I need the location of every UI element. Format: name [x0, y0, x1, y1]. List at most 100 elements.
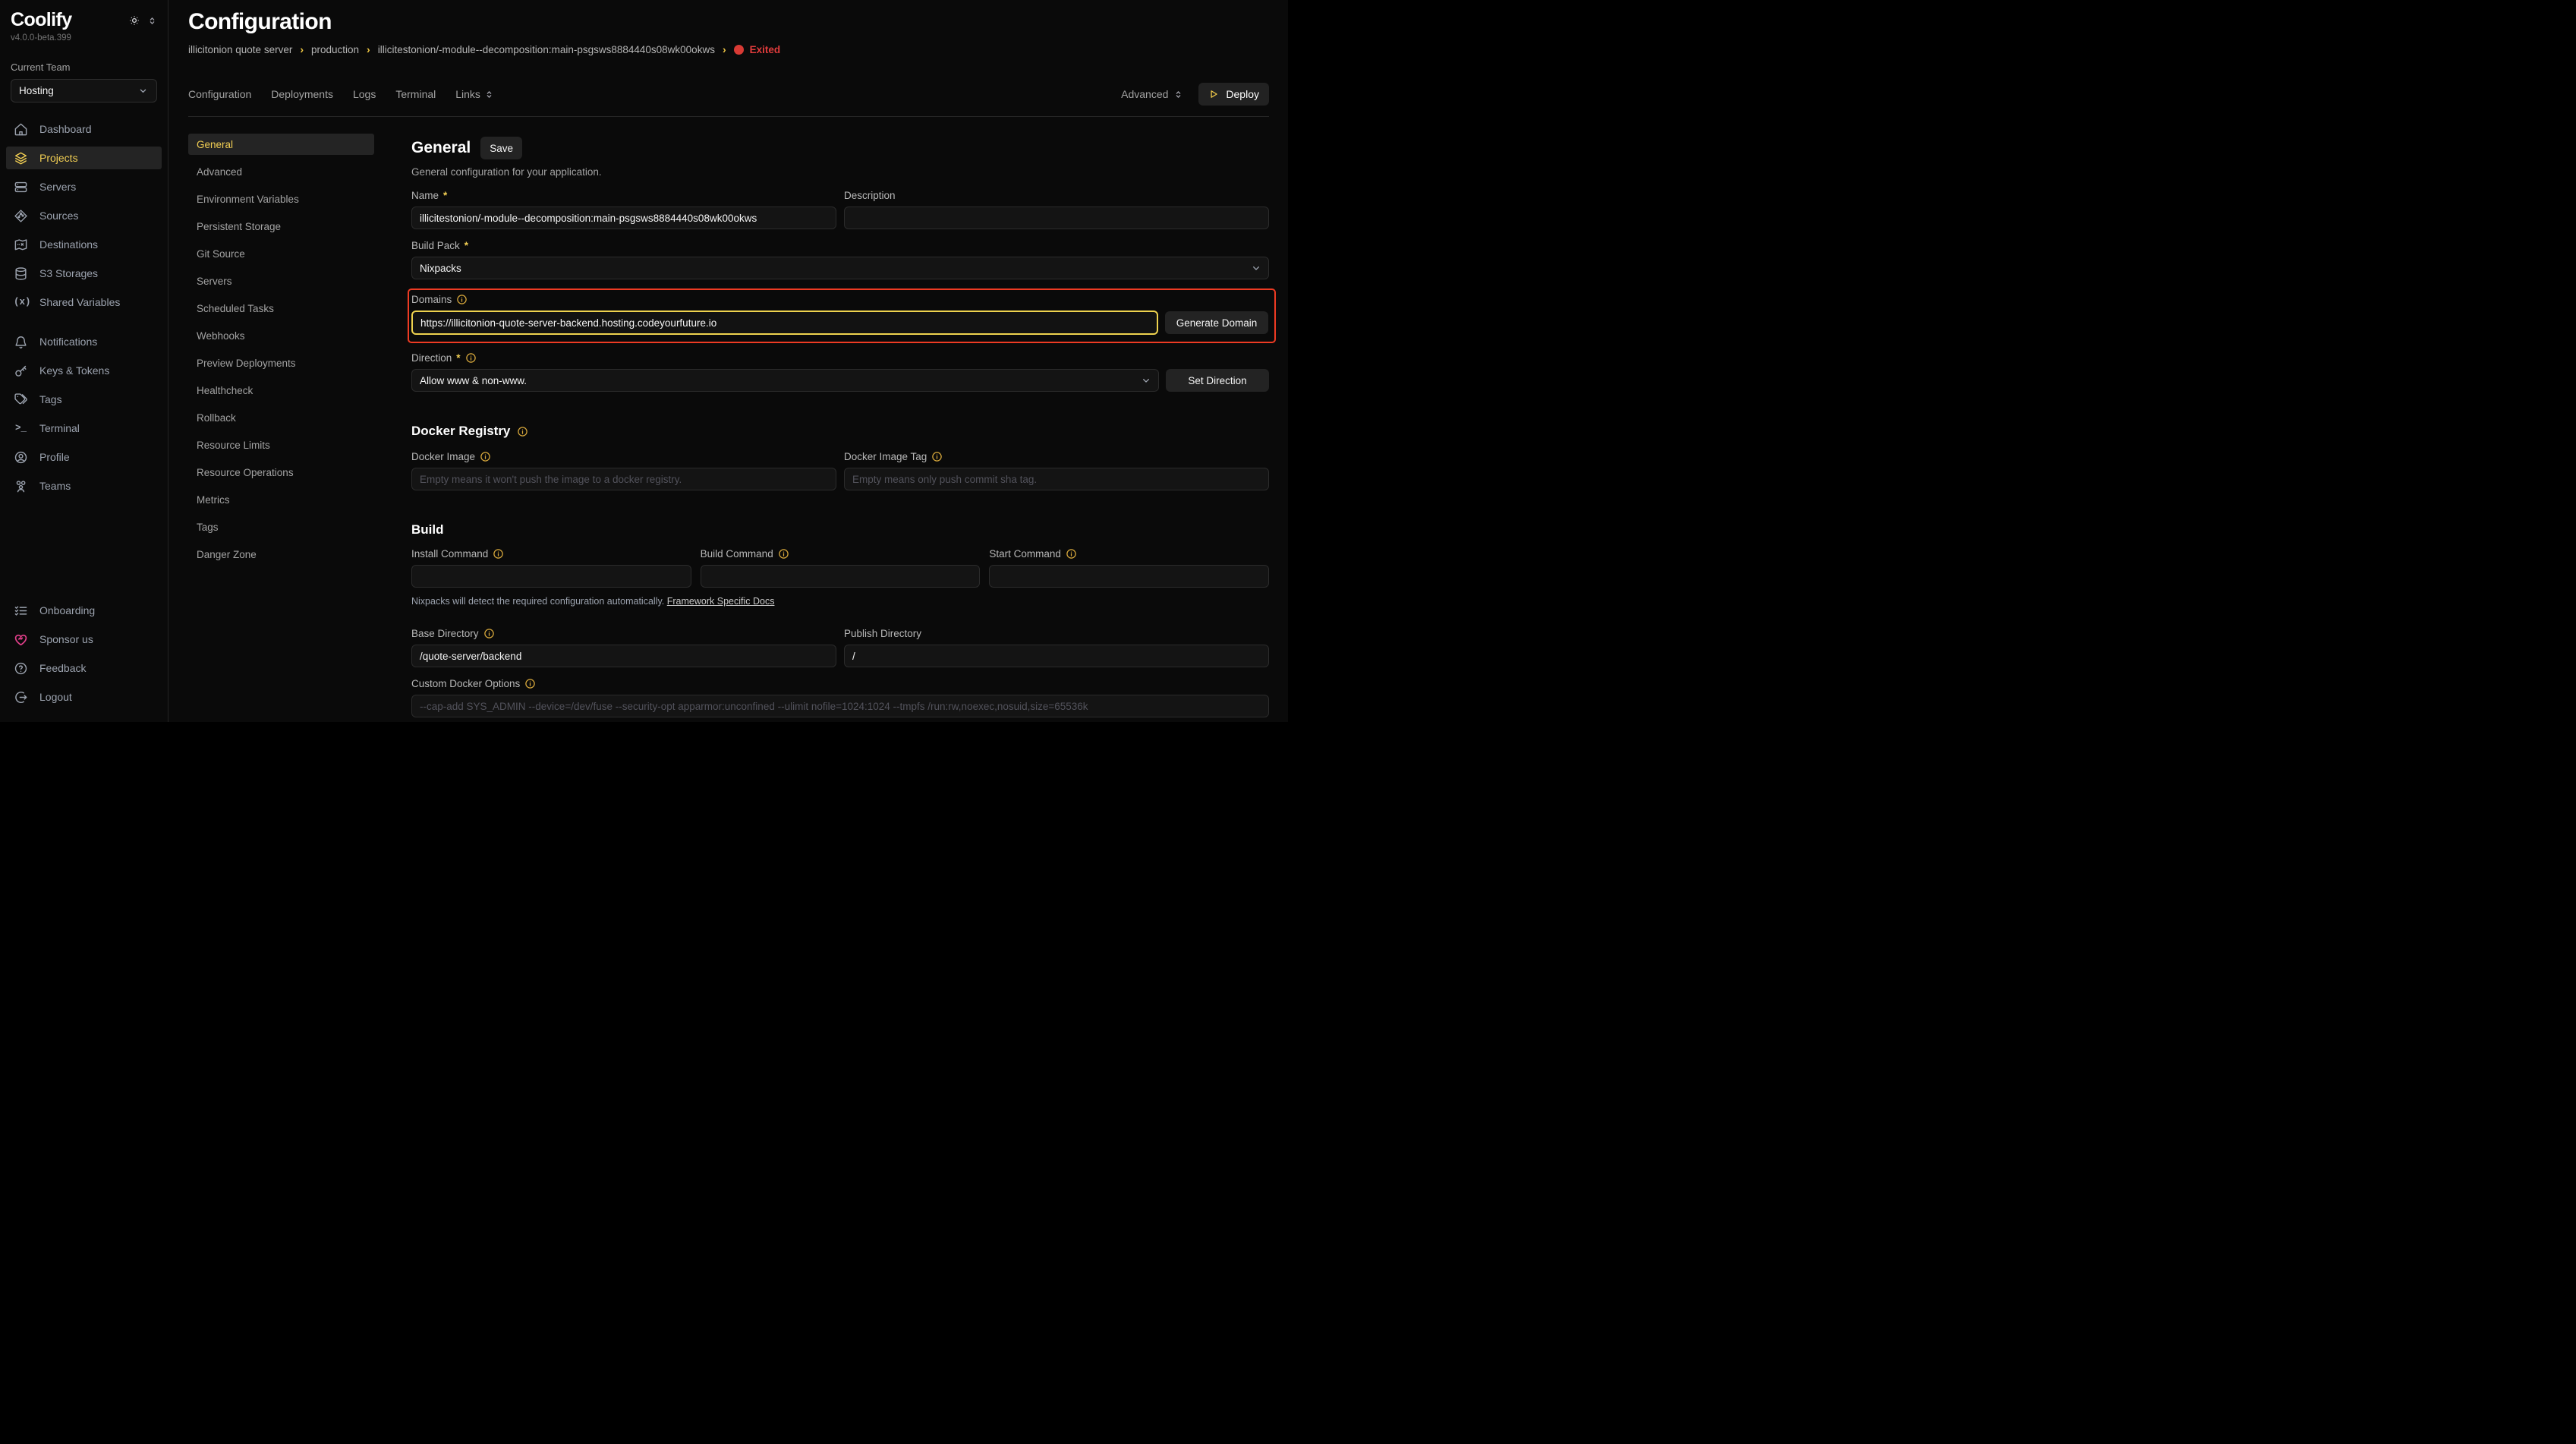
info-icon[interactable]: [517, 426, 528, 437]
docker-image-input[interactable]: [411, 468, 836, 490]
git-source-icon: [14, 209, 28, 223]
info-icon[interactable]: [931, 451, 943, 462]
subnav-item-git-source[interactable]: Git Source: [188, 243, 374, 264]
docker-image-tag-input[interactable]: [844, 468, 1269, 490]
custom-docker-options-input[interactable]: [411, 695, 1269, 717]
build-pack-select[interactable]: Nixpacks: [411, 257, 1269, 279]
info-icon[interactable]: [778, 548, 789, 560]
tab-deployments[interactable]: Deployments: [271, 88, 333, 100]
general-settings-form: General Save General configuration for y…: [411, 117, 1269, 722]
sidebar-item-s3-storages[interactable]: S3 Storages: [6, 262, 162, 285]
docker-image-label: Docker Image: [411, 451, 836, 462]
name-input[interactable]: [411, 207, 836, 229]
framework-docs-link[interactable]: Framework Specific Docs: [667, 596, 775, 607]
domains-input[interactable]: [411, 311, 1158, 335]
subnav-item-preview-deployments[interactable]: Preview Deployments: [188, 352, 374, 374]
breadcrumb-application[interactable]: illicitestonion/-module--decomposition:m…: [378, 44, 715, 55]
start-command-input[interactable]: [989, 565, 1269, 588]
set-direction-button[interactable]: Set Direction: [1166, 369, 1269, 392]
brand-logo[interactable]: Coolify: [11, 9, 72, 31]
info-icon[interactable]: [480, 451, 491, 462]
sidebar-item-keys-tokens[interactable]: Keys & Tokens: [6, 359, 162, 382]
subnav-item-healthcheck[interactable]: Healthcheck: [188, 380, 374, 401]
chevron-down-icon: [137, 85, 149, 96]
sidebar-item-servers[interactable]: Servers: [6, 175, 162, 198]
section-heading-build: Build: [411, 522, 1269, 538]
advanced-dropdown[interactable]: Advanced: [1121, 88, 1183, 100]
subnav-item-metrics[interactable]: Metrics: [188, 489, 374, 510]
subnav-item-general[interactable]: General: [188, 134, 374, 155]
generate-domain-button[interactable]: Generate Domain: [1165, 311, 1268, 334]
shared-variables-icon: (x): [14, 297, 28, 307]
sidebar-item-notifications[interactable]: Notifications: [6, 330, 162, 353]
sidebar-item-sponsor[interactable]: Sponsor us: [6, 628, 162, 651]
sidebar-item-feedback[interactable]: Feedback: [6, 657, 162, 679]
info-icon[interactable]: [456, 294, 468, 305]
sidebar-item-shared-variables[interactable]: (x) Shared Variables: [6, 291, 162, 314]
section-heading-docker-registry: Docker Registry: [411, 424, 1269, 439]
subnav-item-webhooks[interactable]: Webhooks: [188, 325, 374, 346]
info-icon[interactable]: [493, 548, 504, 560]
theme-toggle-sun-icon[interactable]: [128, 14, 140, 27]
description-input[interactable]: [844, 207, 1269, 229]
sidebar-item-sources[interactable]: Sources: [6, 204, 162, 227]
subnav-item-scheduled-tasks[interactable]: Scheduled Tasks: [188, 298, 374, 319]
sidebar-item-dashboard[interactable]: Dashboard: [6, 118, 162, 140]
build-command-input[interactable]: [701, 565, 981, 588]
bell-icon: [14, 335, 28, 349]
status-dot-icon: [734, 45, 744, 55]
sidebar-item-onboarding[interactable]: Onboarding: [6, 599, 162, 622]
sidebar-item-projects[interactable]: Projects: [6, 147, 162, 169]
sidebar-item-label: Shared Variables: [39, 296, 120, 308]
sidebar-item-destinations[interactable]: Destinations: [6, 233, 162, 256]
sidebar-item-logout[interactable]: Logout: [6, 686, 162, 708]
user-circle-icon: [14, 450, 28, 465]
sidebar-item-label: Destinations: [39, 238, 98, 251]
subnav-item-tags[interactable]: Tags: [188, 516, 374, 538]
key-icon: [14, 364, 28, 378]
breadcrumb-environment[interactable]: production: [311, 44, 359, 55]
subnav-item-advanced[interactable]: Advanced: [188, 161, 374, 182]
subnav-item-resource-operations[interactable]: Resource Operations: [188, 462, 374, 483]
direction-select[interactable]: Allow www & non-www.: [411, 369, 1159, 392]
info-icon[interactable]: [1066, 548, 1077, 560]
sidebar-item-profile[interactable]: Profile: [6, 446, 162, 468]
sidebar: Coolify v4.0.0-beta.399 Current Team Hos…: [0, 0, 168, 722]
subnav-item-environment-variables[interactable]: Environment Variables: [188, 188, 374, 210]
sidebar-item-tags[interactable]: Tags: [6, 388, 162, 411]
direction-value: Allow www & non-www.: [420, 375, 527, 386]
install-command-input[interactable]: [411, 565, 691, 588]
subnav-item-resource-limits[interactable]: Resource Limits: [188, 434, 374, 456]
sidebar-item-terminal[interactable]: >_ Terminal: [6, 417, 162, 440]
tab-logs[interactable]: Logs: [353, 88, 376, 100]
required-mark: *: [464, 240, 468, 251]
sidebar-item-label: Dashboard: [39, 123, 92, 135]
publish-directory-label: Publish Directory: [844, 628, 1269, 639]
sidebar-item-label: Projects: [39, 152, 78, 164]
updown-chevron-icon: [484, 90, 494, 99]
subnav-item-rollback[interactable]: Rollback: [188, 407, 374, 428]
tab-terminal[interactable]: Terminal: [395, 88, 436, 100]
sidebar-item-label: Notifications: [39, 336, 97, 348]
subnav-item-servers[interactable]: Servers: [188, 270, 374, 292]
base-directory-input[interactable]: [411, 645, 836, 667]
tab-links[interactable]: Links: [455, 88, 494, 100]
current-team-label: Current Team: [0, 61, 168, 73]
publish-directory-input[interactable]: [844, 645, 1269, 667]
server-icon: [14, 180, 28, 194]
sidebar-item-teams[interactable]: Teams: [6, 475, 162, 497]
deploy-button[interactable]: Deploy: [1198, 83, 1269, 106]
updown-chevron-icon[interactable]: [147, 16, 157, 26]
info-icon[interactable]: [524, 678, 536, 689]
section-heading-general: General: [411, 139, 471, 157]
info-icon[interactable]: [465, 352, 477, 364]
info-icon[interactable]: [483, 628, 495, 639]
subnav-item-danger-zone[interactable]: Danger Zone: [188, 544, 374, 565]
tab-configuration[interactable]: Configuration: [188, 88, 251, 100]
save-button[interactable]: Save: [480, 137, 522, 159]
settings-subnav: General Advanced Environment Variables P…: [188, 117, 411, 722]
subnav-item-persistent-storage[interactable]: Persistent Storage: [188, 216, 374, 237]
name-label: Name*: [411, 190, 836, 201]
team-select[interactable]: Hosting: [11, 79, 157, 102]
breadcrumb-project[interactable]: illicitonion quote server: [188, 44, 292, 55]
